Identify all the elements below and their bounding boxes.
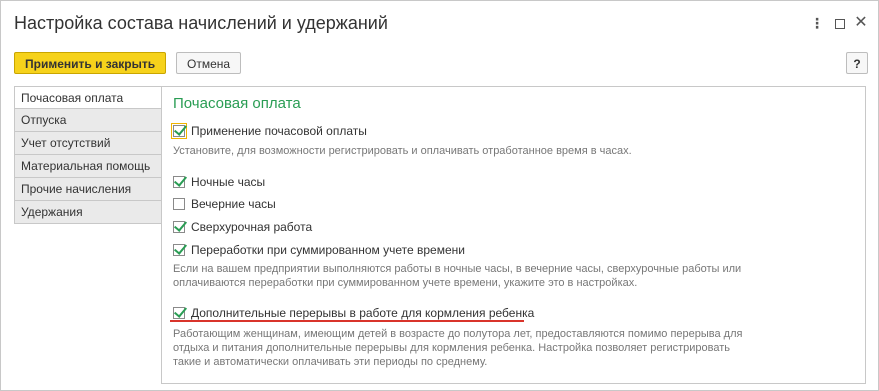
summarized-overtime-label: Переработки при суммированном учете врем… [191, 243, 465, 257]
overtime-checkbox-row[interactable]: Сверхурочная работа [173, 219, 312, 235]
more-menu-icon[interactable]: ⋮ [809, 15, 825, 31]
feeding-breaks-hint-line1: Работающим женщинам, имеющим детей в воз… [173, 328, 743, 340]
evening-hours-checkbox-row[interactable]: Вечерние часы [173, 196, 276, 212]
evening-hours-label: Вечерние часы [191, 197, 276, 211]
night-hours-checkbox-row[interactable]: Ночные часы [173, 174, 265, 190]
tab-absence-accounting[interactable]: Учет отсутствий [14, 132, 162, 155]
evening-hours-checkbox[interactable] [173, 198, 185, 210]
feeding-breaks-label: Дополнительные перерывы в работе для кор… [191, 306, 535, 320]
feeding-breaks-checkbox-row[interactable]: Дополнительные перерывы в работе для кор… [173, 305, 534, 321]
feeding-breaks-checkbox[interactable] [173, 307, 185, 319]
overtime-hint-line2: оплачиваются переработки при суммированн… [173, 277, 638, 289]
feeding-breaks-hint-line2: отдыха и питания дополнительные перерывы… [173, 342, 731, 354]
window-title: Настройка состава начислений и удержаний [14, 13, 388, 33]
tab-other-accruals[interactable]: Прочие начисления [14, 178, 162, 201]
overtime-checkbox[interactable] [173, 221, 185, 233]
tab-deductions[interactable]: Удержания [14, 201, 162, 224]
hourly-pay-hint: Установите, для возможности регистрирова… [173, 145, 632, 157]
title-bar: Настройка состава начислений и удержаний… [1, 1, 878, 45]
cancel-button[interactable]: Отмена [176, 52, 242, 74]
toolbar: Применить и закрыть Отмена ? [1, 49, 878, 79]
close-icon[interactable]: ✕ [853, 15, 869, 31]
overtime-label: Сверхурочная работа [191, 220, 313, 234]
hourly-pay-label: Применение почасовой оплаты [191, 124, 367, 138]
hourly-pay-panel: Почасовая оплата Применение почасовой оп… [161, 86, 866, 384]
tab-financial-aid[interactable]: Материальная помощь [14, 155, 162, 178]
feeding-breaks-hint-line3: такие и автоматически оплачивать эти пер… [173, 356, 488, 368]
tab-hourly-pay[interactable]: Почасовая оплата [14, 86, 162, 109]
hourly-pay-checkbox-row[interactable]: Применение почасовой оплаты [171, 123, 367, 139]
night-hours-label: Ночные часы [191, 175, 266, 189]
settings-window: Настройка состава начислений и удержаний… [0, 0, 879, 391]
tab-list: Почасовая оплата Отпуска Учет отсутствий… [14, 86, 162, 224]
summarized-overtime-checkbox-row[interactable]: Переработки при суммированном учете врем… [173, 242, 465, 258]
help-button[interactable]: ? [846, 52, 868, 74]
overtime-hint-line1: Если на вашем предприятии выполняются ра… [173, 263, 742, 275]
maximize-icon[interactable] [832, 15, 848, 31]
highlight-underline [170, 320, 524, 322]
night-hours-checkbox[interactable] [173, 176, 185, 188]
maximize-box-icon [835, 19, 845, 30]
apply-and-close-button[interactable]: Применить и закрыть [14, 52, 167, 74]
summarized-overtime-checkbox[interactable] [173, 244, 185, 256]
hourly-pay-checkbox[interactable] [171, 123, 187, 139]
section-title: Почасовая оплата [173, 95, 301, 112]
tab-vacations[interactable]: Отпуска [14, 109, 162, 132]
